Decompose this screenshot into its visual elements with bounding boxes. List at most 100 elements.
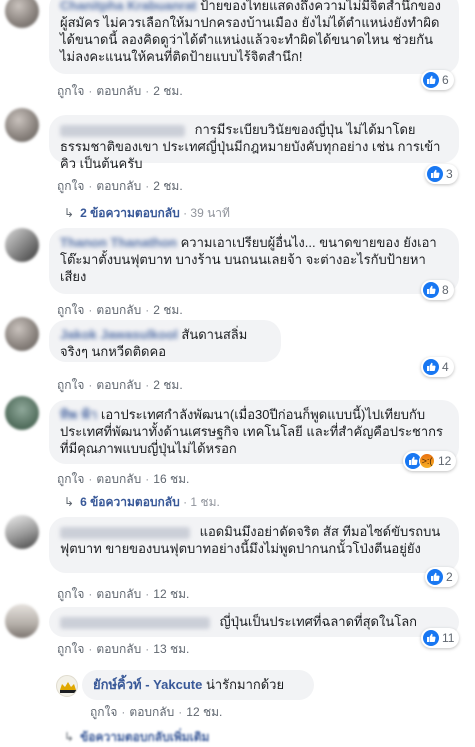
reaction-number: 2 [446,570,453,584]
reply-link[interactable]: ตอบกลับ [96,378,141,392]
comment-actions: ถูกใจ · ตอบกลับ · 12 ชม. [57,585,189,604]
replies-count[interactable]: 2 ข้อความตอบกลับ [80,206,180,220]
reply-link[interactable]: ตอบกลับ [129,705,174,719]
comment-actions: ถูกใจ · ตอบกลับ · 2 ชม. [57,177,183,196]
timestamp[interactable]: 2 ชม. [153,84,182,98]
commenter-name[interactable]: ยักษ์คิ้วท์ - Yakcute [93,677,202,692]
avatar[interactable] [5,317,39,351]
separator: · [145,642,150,656]
reply-arrow-icon: ↳ [64,206,75,220]
thumbs-up-icon [423,282,439,298]
comment-text: ญี่ปุ่นเป็นประเทศที่ฉลาดที่สุดในโลก [219,614,418,629]
separator: · [88,472,93,486]
separator: · [88,303,93,317]
avatar[interactable] [56,675,78,697]
like-link[interactable]: ถูกใจ [90,705,117,719]
comment-text: เอาประเทศกำลังพัฒนา(เมื่อ30ปีก่อนก็พูดแบ… [60,407,443,456]
separator: · [88,378,93,392]
reaction-number: 6 [442,73,449,87]
comment-bubble: ญี่ปุ่นเป็นประเทศที่ฉลาดที่สุดในโลก [49,607,459,637]
separator: · [88,84,93,98]
reply-link[interactable]: ตอบกลับ [96,303,141,317]
avatar[interactable] [5,228,39,262]
reaction-count[interactable]: >:( 12 [403,451,457,471]
like-link[interactable]: ถูกใจ [57,587,84,601]
separator: · [88,179,93,193]
thumbs-up-icon [423,630,439,646]
angry-face-icon: >:( [419,453,435,469]
avatar[interactable] [5,0,39,28]
replies-count[interactable]: 6 ข้อความตอบกลับ [80,495,180,509]
commenter-name[interactable] [60,124,185,137]
avatar[interactable] [5,515,39,549]
timestamp[interactable]: 13 ชม. [153,642,189,656]
thumbs-up-icon [423,359,439,375]
like-link[interactable]: ถูกใจ [57,84,84,98]
reaction-count[interactable]: 4 [421,357,454,377]
reply-link[interactable]: ตอบกลับ [96,472,141,486]
comment-actions: ถูกใจ · ตอบกลับ · 16 ชม. [57,470,189,489]
reply-link[interactable]: ตอบกลับ [96,587,141,601]
thumbs-up-icon [427,569,443,585]
separator: · [145,84,150,98]
avatar[interactable] [5,604,39,638]
comment-bubble: Jakok Jawasulkool สันดานสลิ่มจริงๆ นกหวี… [49,320,281,362]
commenter-name[interactable] [60,616,210,629]
comment-bubble: ทิพ ฟ้า เอาประเทศกำลังพัฒนา(เมื่อ30ปีก่อ… [49,400,459,464]
comment-bubble: การมีระเบียบวินัยของญี่ปุ่น ไม่ได้มาโดยธ… [49,115,459,171]
commenter-name[interactable]: Chanitpha Krabuanrat [60,0,197,13]
like-link[interactable]: ถูกใจ [57,303,84,317]
reaction-number: 4 [442,360,449,374]
commenter-name[interactable]: Thanon Thanathon [60,235,177,250]
reaction-count[interactable]: 11 [421,628,460,648]
avatar[interactable] [5,108,39,142]
like-link[interactable]: ถูกใจ [57,378,84,392]
reaction-number: 12 [438,454,452,468]
timestamp[interactable]: 16 ชม. [153,472,189,486]
comment-bubble: Chanitpha Krabuanrat ป้ายของไทยแสดงถึงคว… [49,0,459,74]
replies-count[interactable]: ข้อความตอบกลับเพิ่มเติม [80,730,209,744]
separator: · [88,587,93,601]
more-replies-link[interactable]: ↳ ข้อความตอบกลับเพิ่มเติม [64,728,209,747]
comment-bubble: แอดมินมึงอย่าดัดจริต สัส ทีมอไซด์ขับรถบน… [49,517,459,573]
view-replies-link[interactable]: ↳ 2 ข้อความตอบกลับ · 39 นาที [64,204,230,223]
timestamp[interactable]: 2 ชม. [153,179,182,193]
reaction-count[interactable]: 3 [425,164,458,184]
timestamp[interactable]: 2 ชม. [153,378,182,392]
replies-time: 39 นาที [190,206,230,220]
commenter-name[interactable]: ทิพ ฟ้า [60,407,97,422]
commenter-name[interactable] [60,526,190,539]
comment-actions: ถูกใจ · ตอบกลับ · 2 ชม. [57,301,183,320]
reaction-count[interactable]: 2 [425,567,458,587]
separator: · [145,472,150,486]
timestamp[interactable]: 2 ชม. [153,303,182,317]
reaction-number: 3 [446,167,453,181]
comment-actions: ถูกใจ · ตอบกลับ · 2 ชม. [57,376,183,395]
separator: · [145,179,150,193]
reaction-number: 11 [442,631,455,645]
separator: · [145,587,150,601]
reply-link[interactable]: ตอบกลับ [96,642,141,656]
comment-actions: ถูกใจ · ตอบกลับ · 12 ชม. [90,703,222,722]
reply-arrow-icon: ↳ [64,730,75,744]
timestamp[interactable]: 12 ชม. [153,587,189,601]
like-link[interactable]: ถูกใจ [57,472,84,486]
reply-link[interactable]: ตอบกลับ [96,179,141,193]
like-link[interactable]: ถูกใจ [57,179,84,193]
reaction-count[interactable]: 6 [421,70,454,90]
comment-bubble: Thanon Thanathon ความเอาเปรียบผู้อื่นไง.… [49,228,459,294]
separator: · [121,705,126,719]
avatar[interactable] [5,396,39,430]
comment-bubble: ยักษ์คิ้วท์ - Yakcute น่ารักมากด้วย [82,670,314,700]
separator: · [145,303,150,317]
timestamp[interactable]: 12 ชม. [186,705,222,719]
comment-actions: ถูกใจ · ตอบกลับ · 2 ชม. [57,82,183,101]
like-link[interactable]: ถูกใจ [57,642,84,656]
separator: · [88,642,93,656]
thumbs-up-icon [427,166,443,182]
commenter-name[interactable]: Jakok Jawasulkool [60,327,178,342]
comment-actions: ถูกใจ · ตอบกลับ · 13 ชม. [57,640,189,659]
reply-link[interactable]: ตอบกลับ [96,84,141,98]
reaction-count[interactable]: 8 [421,280,454,300]
view-replies-link[interactable]: ↳ 6 ข้อความตอบกลับ · 1 ชม. [64,493,220,512]
